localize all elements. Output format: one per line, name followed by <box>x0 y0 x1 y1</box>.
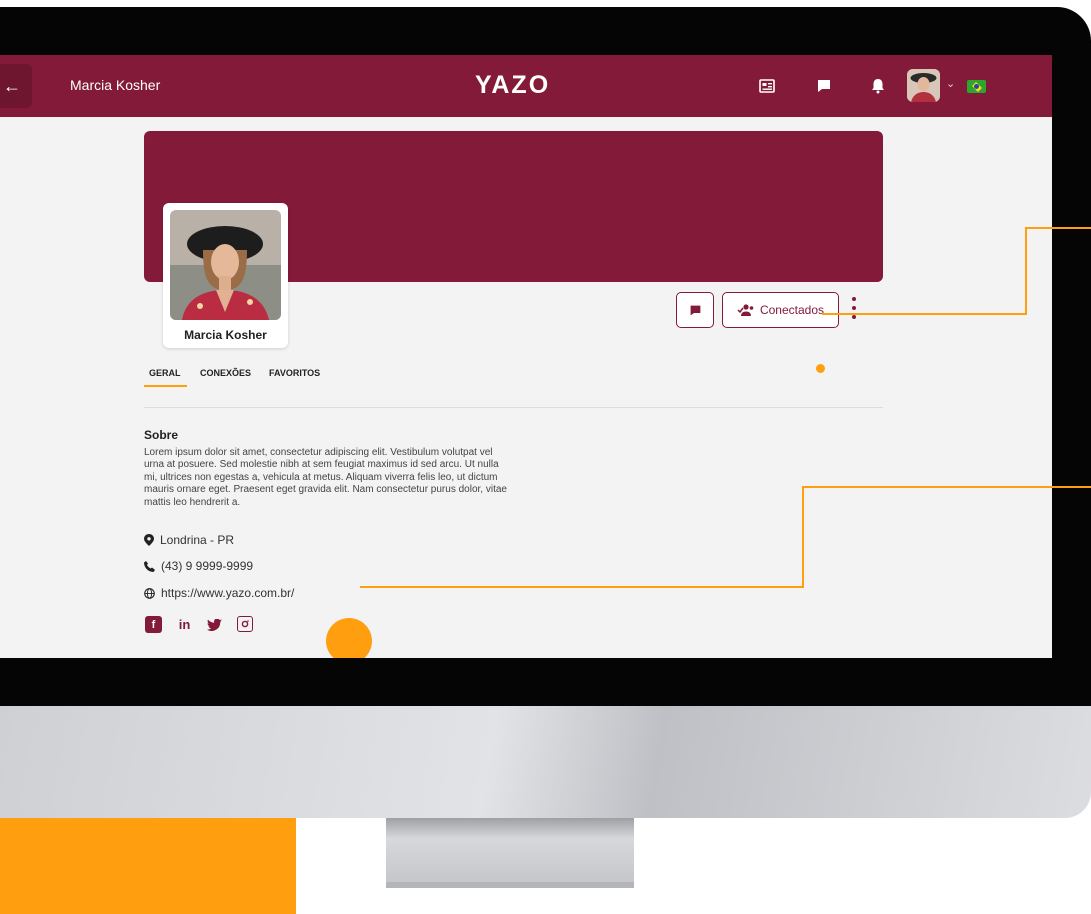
connected-button[interactable]: Conectados <box>722 292 839 328</box>
website-row: https://www.yazo.com.br/ <box>144 586 294 600</box>
connected-button-label: Conectados <box>759 303 825 317</box>
map-pin-icon <box>144 534 154 546</box>
website-link[interactable]: https://www.yazo.com.br/ <box>161 586 294 600</box>
more-options-icon[interactable] <box>849 295 859 321</box>
twitter-icon[interactable] <box>206 616 223 633</box>
tab-favoritos[interactable]: FAVORITOS <box>269 368 320 378</box>
tab-conexoes[interactable]: CONEXÕES <box>200 368 251 378</box>
phone-text: (43) 9 9999-9999 <box>161 559 254 573</box>
monitor-stand-base <box>386 882 634 888</box>
avatar[interactable] <box>907 69 940 102</box>
monitor-stand <box>386 818 634 886</box>
top-bar: ← Marcia Kosher YAZO ⌄ <box>0 55 1052 117</box>
globe-icon <box>144 587 155 599</box>
message-button[interactable] <box>676 292 714 328</box>
profile-card: Marcia Kosher <box>163 203 288 348</box>
callout-dot-small <box>816 364 825 373</box>
profile-name: Marcia Kosher <box>184 328 267 342</box>
arrow-left-icon: ← <box>3 75 21 96</box>
callout-line <box>360 586 803 588</box>
users-icon <box>737 304 754 316</box>
about-title: Sobre <box>144 428 179 442</box>
divider <box>144 407 883 408</box>
facebook-icon[interactable]: f <box>145 616 162 633</box>
callout-line <box>802 486 1091 488</box>
bell-icon[interactable] <box>867 75 889 97</box>
callout-line <box>1025 227 1027 315</box>
linkedin-icon[interactable]: in <box>176 616 193 633</box>
yazo-logo[interactable]: YAZO <box>475 71 550 100</box>
profile-photo <box>170 210 281 320</box>
decorative-orange-block <box>0 818 296 914</box>
callout-line <box>1025 227 1091 229</box>
location-text: Londrina - PR <box>160 533 235 547</box>
tab-geral[interactable]: GERAL <box>149 368 181 378</box>
chevron-down-icon[interactable]: ⌄ <box>946 77 955 90</box>
instagram-icon[interactable] <box>237 616 253 632</box>
phone-icon <box>144 560 155 572</box>
header-user-name: Marcia Kosher <box>70 77 161 93</box>
callout-line <box>802 486 804 588</box>
chat-icon <box>690 305 700 315</box>
phone-row: (43) 9 9999-9999 <box>144 559 253 573</box>
app-screen: ← Marcia Kosher YAZO ⌄ Marcia Kosher Con… <box>0 55 1052 658</box>
callout-line <box>822 313 1027 315</box>
active-tab-indicator <box>144 385 187 387</box>
callout-dot-large <box>326 618 372 658</box>
monitor-chin <box>0 706 1091 818</box>
back-button[interactable]: ← <box>0 64 32 108</box>
chat-icon[interactable] <box>813 75 835 97</box>
about-text: Lorem ipsum dolor sit amet, consectetur … <box>144 447 507 508</box>
location-row: Londrina - PR <box>144 533 234 547</box>
news-icon[interactable] <box>756 75 778 97</box>
brazil-flag-icon[interactable] <box>967 80 986 93</box>
